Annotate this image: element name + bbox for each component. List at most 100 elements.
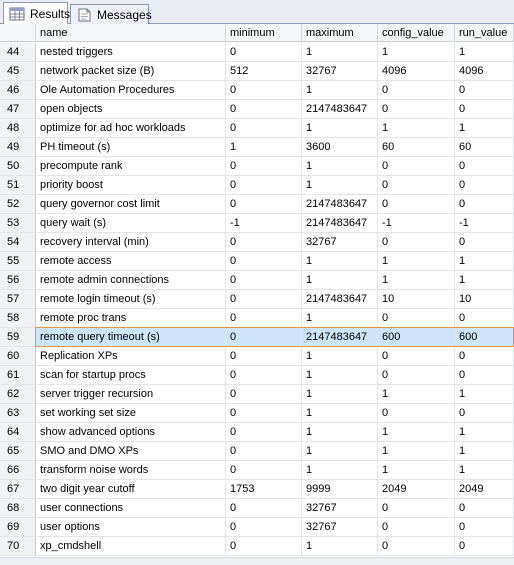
name-cell[interactable]: remote access (36, 252, 226, 270)
table-row[interactable]: 54 recovery interval (min) 0 32767 0 0 (0, 233, 514, 252)
name-cell[interactable]: transform noise words (36, 461, 226, 479)
config-value-cell[interactable]: 0 (378, 404, 455, 422)
row-number[interactable]: 56 (0, 271, 36, 289)
maximum-cell[interactable]: 1 (302, 442, 378, 460)
maximum-cell[interactable]: 1 (302, 119, 378, 137)
maximum-cell[interactable]: 1 (302, 271, 378, 289)
maximum-cell[interactable]: 2147483647 (302, 214, 378, 232)
config-value-cell[interactable]: 1 (378, 461, 455, 479)
name-cell[interactable]: query governor cost limit (36, 195, 226, 213)
name-cell[interactable]: Ole Automation Procedures (36, 81, 226, 99)
maximum-cell[interactable]: 32767 (302, 518, 378, 536)
run-value-cell[interactable]: 0 (455, 81, 514, 99)
maximum-cell[interactable]: 1 (302, 157, 378, 175)
maximum-cell[interactable]: 1 (302, 537, 378, 555)
run-value-cell[interactable]: 0 (455, 537, 514, 555)
name-cell[interactable]: show advanced options (36, 423, 226, 441)
table-row[interactable]: 61 scan for startup procs 0 1 0 0 (0, 366, 514, 385)
name-cell[interactable]: user connections (36, 499, 226, 517)
name-cell[interactable]: set working set size (36, 404, 226, 422)
config-value-cell[interactable]: 2049 (378, 480, 455, 498)
table-row[interactable]: 53 query wait (s) -1 2147483647 -1 -1 (0, 214, 514, 233)
run-value-cell[interactable]: 0 (455, 499, 514, 517)
config-value-cell[interactable]: 0 (378, 195, 455, 213)
run-value-cell[interactable]: -1 (455, 214, 514, 232)
run-value-cell[interactable]: 2049 (455, 480, 514, 498)
minimum-cell[interactable]: 512 (226, 62, 302, 80)
name-cell[interactable]: Replication XPs (36, 347, 226, 365)
config-value-cell[interactable]: 0 (378, 347, 455, 365)
column-header-config-value[interactable]: config_value (378, 24, 455, 42)
minimum-cell[interactable]: 0 (226, 537, 302, 555)
minimum-cell[interactable]: 0 (226, 366, 302, 384)
row-number[interactable]: 57 (0, 290, 36, 308)
column-header-name[interactable]: name (36, 24, 226, 42)
config-value-cell[interactable]: 4096 (378, 62, 455, 80)
table-row[interactable]: 63 set working set size 0 1 0 0 (0, 404, 514, 423)
minimum-cell[interactable]: 0 (226, 100, 302, 118)
minimum-cell[interactable]: 0 (226, 43, 302, 61)
maximum-cell[interactable]: 32767 (302, 499, 378, 517)
table-row[interactable]: 67 two digit year cutoff 1753 9999 2049 2049 (0, 480, 514, 499)
row-number[interactable]: 67 (0, 480, 36, 498)
run-value-cell[interactable]: 0 (455, 100, 514, 118)
config-value-cell[interactable]: 0 (378, 100, 455, 118)
maximum-cell[interactable]: 1 (302, 404, 378, 422)
row-number[interactable]: 66 (0, 461, 36, 479)
config-value-cell[interactable]: 1 (378, 442, 455, 460)
maximum-cell[interactable]: 1 (302, 176, 378, 194)
name-cell[interactable]: network packet size (B) (36, 62, 226, 80)
name-cell[interactable]: scan for startup procs (36, 366, 226, 384)
run-value-cell[interactable]: 0 (455, 518, 514, 536)
row-number[interactable]: 52 (0, 195, 36, 213)
row-number[interactable]: 64 (0, 423, 36, 441)
minimum-cell[interactable]: 0 (226, 271, 302, 289)
run-value-cell[interactable]: 0 (455, 404, 514, 422)
table-row[interactable]: 47 open objects 0 2147483647 0 0 (0, 100, 514, 119)
run-value-cell[interactable]: 1 (455, 442, 514, 460)
maximum-cell[interactable]: 2147483647 (302, 100, 378, 118)
maximum-cell[interactable]: 1 (302, 309, 378, 327)
run-value-cell[interactable]: 0 (455, 366, 514, 384)
maximum-cell[interactable]: 32767 (302, 233, 378, 251)
maximum-cell[interactable]: 2147483647 (302, 195, 378, 213)
minimum-cell[interactable]: 0 (226, 81, 302, 99)
minimum-cell[interactable]: 0 (226, 499, 302, 517)
row-number[interactable]: 59 (0, 328, 36, 346)
row-number[interactable]: 63 (0, 404, 36, 422)
name-cell[interactable]: query wait (s) (36, 214, 226, 232)
row-number[interactable]: 61 (0, 366, 36, 384)
maximum-cell[interactable]: 3600 (302, 138, 378, 156)
row-number[interactable]: 51 (0, 176, 36, 194)
name-cell[interactable]: open objects (36, 100, 226, 118)
name-cell[interactable]: PH timeout (s) (36, 138, 226, 156)
config-value-cell[interactable]: 10 (378, 290, 455, 308)
config-value-cell[interactable]: 1 (378, 252, 455, 270)
config-value-cell[interactable]: 1 (378, 119, 455, 137)
maximum-cell[interactable]: 1 (302, 347, 378, 365)
minimum-cell[interactable]: 0 (226, 252, 302, 270)
name-cell[interactable]: remote query timeout (s) (36, 328, 226, 346)
run-value-cell[interactable]: 0 (455, 157, 514, 175)
name-cell[interactable]: xp_cmdshell (36, 537, 226, 555)
name-cell[interactable]: user options (36, 518, 226, 536)
table-row[interactable]: 55 remote access 0 1 1 1 (0, 252, 514, 271)
row-number[interactable]: 47 (0, 100, 36, 118)
maximum-cell[interactable]: 32767 (302, 62, 378, 80)
row-number[interactable]: 62 (0, 385, 36, 403)
table-row[interactable]: 64 show advanced options 0 1 1 1 (0, 423, 514, 442)
config-value-cell[interactable]: 1 (378, 43, 455, 61)
table-row[interactable]: 60 Replication XPs 0 1 0 0 (0, 347, 514, 366)
maximum-cell[interactable]: 1 (302, 252, 378, 270)
config-value-cell[interactable]: 0 (378, 537, 455, 555)
run-value-cell[interactable]: 1 (455, 461, 514, 479)
table-row[interactable]: 46 Ole Automation Procedures 0 1 0 0 (0, 81, 514, 100)
row-number[interactable]: 50 (0, 157, 36, 175)
column-header-maximum[interactable]: maximum (302, 24, 378, 42)
maximum-cell[interactable]: 1 (302, 43, 378, 61)
table-row[interactable]: 66 transform noise words 0 1 1 1 (0, 461, 514, 480)
name-cell[interactable]: optimize for ad hoc workloads (36, 119, 226, 137)
name-cell[interactable]: remote proc trans (36, 309, 226, 327)
results-grid[interactable]: name minimum maximum config_value run_va… (0, 24, 514, 557)
table-row[interactable]: 70 xp_cmdshell 0 1 0 0 (0, 537, 514, 556)
